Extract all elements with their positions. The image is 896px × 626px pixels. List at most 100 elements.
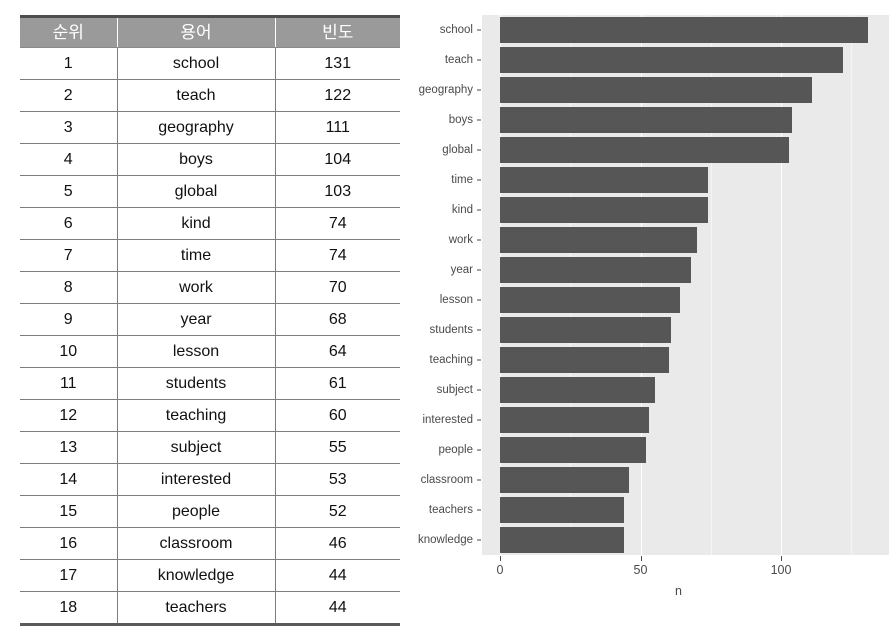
y-axis-tick-label: knowledge: [418, 534, 473, 546]
table-cell-freq: 111: [274, 111, 400, 144]
table-row: 15 people 52: [20, 495, 400, 528]
y-axis-tick-mark: [477, 29, 481, 31]
bar: [500, 77, 812, 103]
table-cell-rank: 8: [20, 271, 117, 304]
y-axis-tick-label: school: [439, 24, 473, 36]
y-axis-tick-label: work: [448, 234, 473, 246]
y-axis-tick-mark: [477, 449, 481, 451]
table-header-row: 순위 용어 빈도: [20, 15, 400, 48]
bar: [500, 137, 790, 163]
y-axis-tick-label: students: [429, 324, 473, 336]
table-cell-rank: 4: [20, 143, 117, 176]
y-axis-tick-mark: [477, 149, 481, 151]
table-cell-rank: 6: [20, 207, 117, 240]
table-cell-rank: 11: [20, 367, 117, 400]
table-row: 14 interested 53: [20, 463, 400, 496]
table-cell-freq: 61: [274, 367, 400, 400]
table-cell-term: teachers: [116, 591, 275, 626]
table-cell-rank: 16: [20, 527, 117, 560]
table-cell-term: knowledge: [116, 559, 275, 592]
table-cell-freq: 103: [274, 175, 400, 208]
bar: [500, 197, 708, 223]
table-row: 13 subject 55: [20, 431, 400, 464]
y-axis-tick-mark: [477, 239, 481, 241]
table-cell-term: global: [116, 175, 275, 208]
chart-plot-panel: [482, 15, 889, 555]
table-cell-term: classroom: [116, 527, 275, 560]
table-cell-rank: 2: [20, 79, 117, 112]
x-axis-tick-mark: [500, 556, 501, 561]
table-cell-freq: 70: [274, 271, 400, 304]
table-cell-term: subject: [116, 431, 275, 464]
table-cell-freq: 46: [274, 527, 400, 560]
x-axis-tick-mark: [640, 556, 642, 561]
table-cell-rank: 13: [20, 431, 117, 464]
y-axis-tick-mark: [477, 269, 481, 271]
y-axis-tick-label: teach: [444, 54, 473, 66]
table-cell-term: lesson: [116, 335, 275, 368]
table-row: 8 work 70: [20, 271, 400, 304]
y-axis-tick-mark: [477, 419, 481, 421]
table-cell-freq: 53: [274, 463, 400, 496]
table-cell-rank: 14: [20, 463, 117, 496]
y-axis-tick-label: interested: [422, 414, 473, 426]
table-row: 5 global 103: [20, 175, 400, 208]
y-axis-tick-label: lesson: [439, 294, 473, 306]
table-cell-freq: 74: [274, 207, 400, 240]
bar-chart: school teach geography boys global time kind wo…: [415, 0, 896, 616]
table-cell-term: people: [116, 495, 275, 528]
table-cell-freq: 68: [274, 303, 400, 336]
y-axis-tick-label: teachers: [428, 504, 473, 516]
table-cell-term: time: [116, 239, 275, 272]
table-row: 10 lesson 64: [20, 335, 400, 368]
y-axis-tick-mark: [477, 359, 481, 361]
table-cell-rank: 9: [20, 303, 117, 336]
table-cell-rank: 10: [20, 335, 117, 368]
y-axis-tick-label: time: [451, 174, 473, 186]
bar: [500, 377, 655, 403]
x-axis-tick-label: 0: [496, 563, 504, 577]
table-cell-term: work: [116, 271, 275, 304]
table-cell-term: teach: [116, 79, 275, 112]
y-axis-tick-label: teaching: [429, 354, 473, 366]
bar: [500, 407, 649, 433]
bar: [500, 287, 680, 313]
table-cell-rank: 12: [20, 399, 117, 432]
table-row: 16 classroom 46: [20, 527, 400, 560]
table-cell-term: school: [116, 47, 275, 80]
table-cell-freq: 52: [274, 495, 400, 528]
table-cell-term: geography: [116, 111, 275, 144]
table-row: 1 school 131: [20, 47, 400, 80]
y-axis-tick-label: subject: [436, 384, 473, 396]
table-row: 9 year 68: [20, 303, 400, 336]
bar: [500, 317, 672, 343]
table-row: 3 geography 111: [20, 111, 400, 144]
bar: [500, 47, 843, 73]
table-row: 11 students 61: [20, 367, 400, 400]
table-cell-term: interested: [116, 463, 275, 496]
column-header-frequency: 빈도: [274, 15, 400, 48]
table-cell-freq: 64: [274, 335, 400, 368]
y-axis-tick-label: classroom: [420, 474, 473, 486]
table-cell-freq: 104: [274, 143, 400, 176]
table-body: 1 school 131 2 teach 122 3 geography 111 4 boys 104…: [20, 47, 400, 626]
x-axis-tick-mark: [781, 556, 782, 561]
y-axis-tick-mark: [477, 479, 481, 481]
table-row: 12 teaching 60: [20, 399, 400, 432]
table-row: 4 boys 104: [20, 143, 400, 176]
y-axis-tick-label: people: [438, 444, 473, 456]
bar: [500, 167, 708, 193]
table-row: 7 time 74: [20, 239, 400, 272]
frequency-table-container: 순위 용어 빈도 1 school 131 2 teach 122 3 geography 11…: [20, 15, 400, 626]
y-axis-tick-label: global: [442, 144, 473, 156]
table-cell-term: students: [116, 367, 275, 400]
table-cell-freq: 55: [274, 431, 400, 464]
y-axis-tick-label: kind: [451, 204, 473, 216]
bar: [500, 257, 692, 283]
table-row: 18 teachers 44: [20, 591, 400, 626]
table-cell-freq: 131: [274, 47, 400, 80]
table-header: 순위 용어 빈도: [20, 15, 400, 48]
table-cell-term: year: [116, 303, 275, 336]
table-cell-rank: 1: [20, 47, 117, 80]
column-header-rank: 순위: [20, 15, 118, 48]
